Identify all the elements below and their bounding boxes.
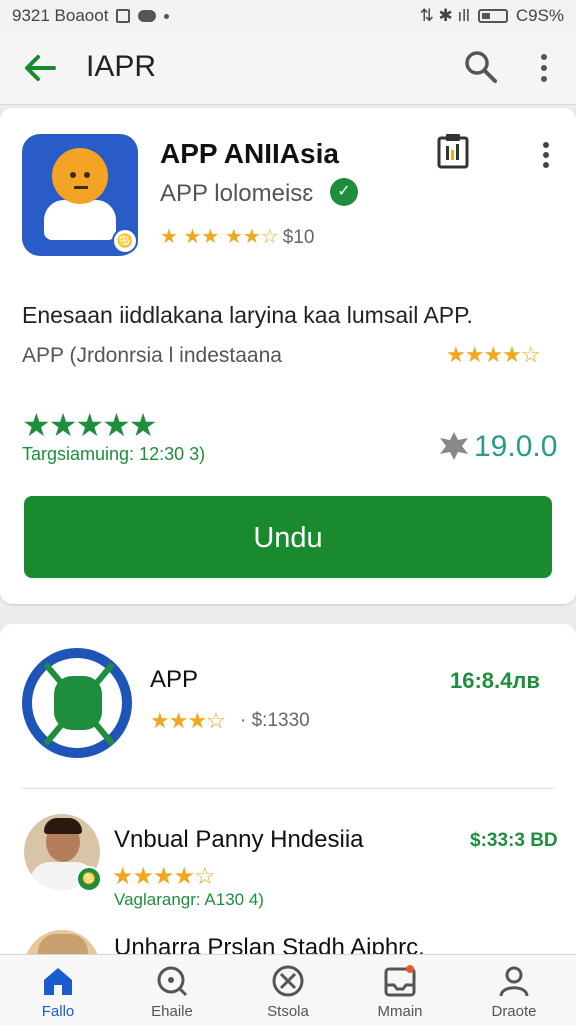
list-item-title[interactable]: Vnbual Panny Hndesiia: [114, 826, 364, 854]
list-item-subtitle: Vaglarangr: A130 4): [114, 890, 264, 909]
nav-stores[interactable]: Stsola: [238, 955, 338, 1025]
app-icon: ♋: [22, 134, 138, 256]
back-arrow-icon[interactable]: [22, 50, 58, 86]
rating-text: Targsiamuing: 12:30 3): [22, 444, 206, 464]
subtitle-stars: ★★★★☆: [446, 342, 541, 367]
app-icon-mouth: [74, 186, 88, 189]
list-item-stars: ★★★☆: [150, 708, 226, 733]
app-list-card: APP 16:8.4лв ★★★☆ · $:1330 ♋ Vnbual Pann…: [0, 624, 576, 1006]
nav-label: Ehaile: [151, 1003, 193, 1020]
search-icon[interactable]: [462, 48, 498, 84]
person-icon: [499, 966, 529, 997]
dot-icon: [164, 13, 170, 19]
divider: [22, 788, 554, 789]
app-title: APP ANIIAsia: [160, 138, 339, 169]
list-item-title[interactable]: APP: [150, 666, 198, 694]
nav-label: Stsola: [267, 1003, 309, 1020]
battery-text: C9S%: [515, 6, 564, 25]
avatar-badge-icon: ♋: [76, 866, 102, 892]
app-icon-eye: [84, 172, 90, 178]
app-subtitle: APP (Jrdonrsia l indestaana: [22, 344, 282, 367]
app-icon-face: [52, 148, 108, 204]
app-description: Enesaan iiddlakana laryina kaa lumsail A…: [22, 302, 473, 328]
status-time: 9321 Boaoot: [12, 6, 109, 25]
verified-icon: ✓: [330, 178, 358, 206]
bottom-navigation: Fallo Ehaile Stsola Mmain Draote: [0, 954, 576, 1025]
app-icon-eye: [70, 172, 76, 178]
header-rating-text: $10: [282, 227, 315, 248]
search-circle-icon: [157, 966, 188, 997]
app-developer[interactable]: APP lolomeisɛ: [160, 180, 313, 208]
app-icon-scarf: [44, 200, 116, 240]
signal-icons: ⇅ ✱ ıll: [419, 6, 470, 25]
header-stars: ★ ★★ ★★☆: [160, 226, 279, 248]
nav-label: Fallo: [41, 1003, 75, 1020]
list-item-meta: · $:1330: [240, 710, 310, 731]
app-price: 19.0.0: [474, 430, 558, 463]
list-item-price: 16:8.4лв: [450, 668, 540, 693]
install-button[interactable]: Undu: [24, 496, 552, 578]
list-item-price: $:33:3 BD: [470, 830, 558, 851]
battery-icon: [477, 9, 508, 23]
nav-label: Draote: [491, 1003, 537, 1020]
header-rating: ★ ★★ ★★☆ $10: [160, 224, 314, 249]
list-item-stars: ★★★★☆: [112, 863, 216, 890]
page-title: IAPR: [86, 50, 157, 83]
app-badge-icon: ♋: [112, 228, 138, 254]
nav-main[interactable]: Mmain: [350, 955, 450, 1025]
message-icon: [138, 10, 157, 22]
wishlist-icon[interactable]: [436, 132, 470, 170]
leaf-icon: [440, 432, 468, 460]
nav-profile[interactable]: Draote: [464, 955, 564, 1025]
featured-app-card[interactable]: ♋ APP ANIIAsia APP lolomeisɛ ✓ ★ ★★ ★★☆ $…: [0, 108, 576, 604]
more-vert-icon[interactable]: [534, 50, 554, 86]
nav-home[interactable]: Fallo: [8, 955, 108, 1025]
inbox-icon: [384, 965, 416, 997]
app-list-icon[interactable]: [22, 648, 132, 758]
avatar-hair: [44, 818, 82, 834]
home-icon: [44, 968, 72, 995]
rating-stars: ★★★★★: [22, 407, 157, 443]
notification-icon: [116, 9, 131, 23]
app-bar: IAPR: [0, 32, 576, 105]
status-bar: 9321 Boaoot ⇅ ✱ ıll C9S%: [0, 0, 576, 32]
nav-explore[interactable]: Ehaile: [122, 955, 222, 1025]
nav-label: Mmain: [377, 1003, 423, 1020]
app-list-icon-bg: [32, 658, 122, 748]
app-list-icon-figure: [54, 676, 102, 730]
card-more-icon[interactable]: [536, 140, 556, 170]
close-circle-icon: [272, 965, 304, 997]
